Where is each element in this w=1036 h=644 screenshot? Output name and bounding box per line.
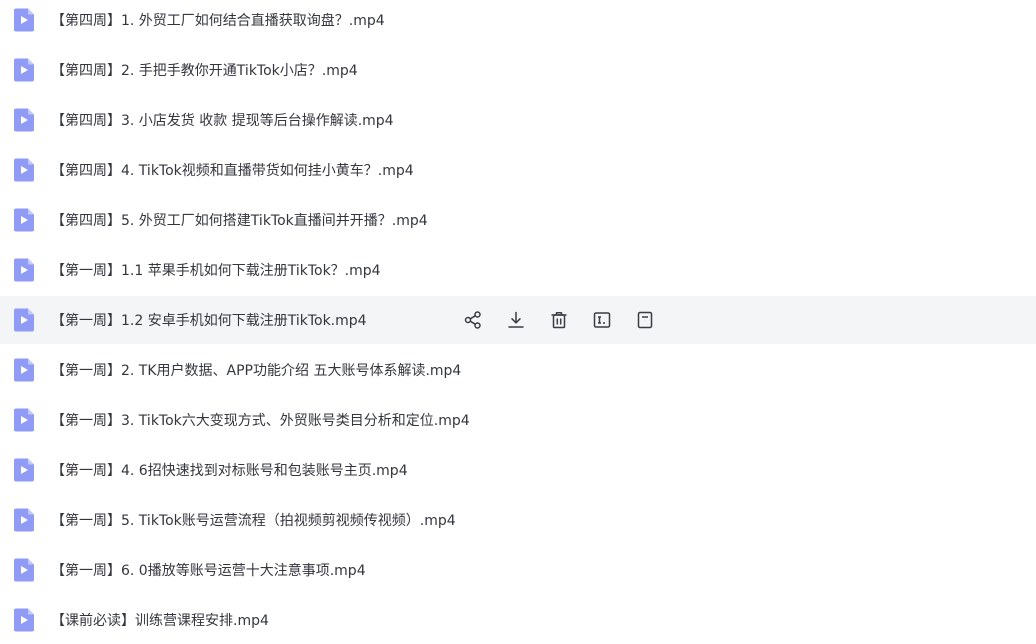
file-name[interactable]: 【第一周】3. TikTok六大变现方式、外贸账号类目分析和定位.mp4 [51,410,470,430]
file-name[interactable]: 【第四周】3. 小店发货 收款 提现等后台操作解读.mp4 [51,110,394,130]
rename-icon [592,310,612,330]
video-file-icon [14,308,34,332]
file-list: 【第四周】1. 外贸工厂如何结合直播获取询盘？.mp4 【第四周】2. 手把手教你… [0,0,1036,637]
file-row[interactable]: 【第四周】5. 外贸工厂如何搭建TikTok直播间并开播？.mp4 [0,196,1036,244]
download-button[interactable] [505,309,527,331]
file-row[interactable]: 【第一周】3. TikTok六大变现方式、外贸账号类目分析和定位.mp4 [0,396,1036,444]
file-row[interactable]: 【第一周】2. TK用户数据、APP功能介绍 五大账号体系解读.mp4 [0,346,1036,394]
file-name[interactable]: 【课前必读】训练营课程安排.mp4 [51,610,269,630]
file-row[interactable]: 【第四周】4. TikTok视频和直播带货如何挂小黄车？.mp4 [0,146,1036,194]
delete-button[interactable] [548,309,570,331]
video-file-icon [14,58,34,82]
file-row[interactable]: 【第一周】1.1 苹果手机如何下载注册TikTok？.mp4 [0,246,1036,294]
rename-button[interactable] [591,309,613,331]
video-file-icon [14,258,34,282]
file-row[interactable]: 【第四周】3. 小店发货 收款 提现等后台操作解读.mp4 [0,96,1036,144]
more-button[interactable] [634,309,656,331]
file-name[interactable]: 【第一周】1.1 苹果手机如何下载注册TikTok？.mp4 [51,260,381,280]
row-actions [462,309,677,331]
file-row[interactable]: 【第四周】1. 外贸工厂如何结合直播获取询盘？.mp4 [0,0,1036,44]
file-name[interactable]: 【第一周】5. TikTok账号运营流程（拍视频剪视频传视频）.mp4 [51,510,456,530]
video-file-icon [14,108,34,132]
download-icon [506,310,526,330]
file-row[interactable]: 【第一周】4. 6招快速找到对标账号和包装账号主页.mp4 [0,446,1036,494]
file-row[interactable]: 【第一周】6. 0播放等账号运营十大注意事项.mp4 [0,546,1036,594]
share-icon [463,310,483,330]
video-file-icon [14,208,34,232]
video-file-icon [14,508,34,532]
file-row[interactable]: 【第一周】5. TikTok账号运营流程（拍视频剪视频传视频）.mp4 [0,496,1036,544]
video-file-icon [14,158,34,182]
trash-icon [549,310,569,330]
file-name[interactable]: 【第一周】4. 6招快速找到对标账号和包装账号主页.mp4 [51,460,408,480]
file-name[interactable]: 【第一周】1.2 安卓手机如何下载注册TikTok.mp4 [51,310,367,330]
file-name[interactable]: 【第一周】6. 0播放等账号运营十大注意事项.mp4 [51,560,366,580]
file-name[interactable]: 【第四周】4. TikTok视频和直播带货如何挂小黄车？.mp4 [51,160,414,180]
video-file-icon [14,408,34,432]
video-file-icon [14,8,34,32]
file-row[interactable]: 【第一周】1.2 安卓手机如何下载注册TikTok.mp4 [0,296,1036,344]
video-file-icon [14,608,34,632]
file-name[interactable]: 【第一周】2. TK用户数据、APP功能介绍 五大账号体系解读.mp4 [51,360,461,380]
video-file-icon [14,558,34,582]
video-file-icon [14,458,34,482]
file-name[interactable]: 【第四周】5. 外贸工厂如何搭建TikTok直播间并开播？.mp4 [51,210,428,230]
file-row[interactable]: 【第四周】2. 手把手教你开通TikTok小店？.mp4 [0,46,1036,94]
video-file-icon [14,358,34,382]
more-icon [635,310,655,330]
file-name[interactable]: 【第四周】2. 手把手教你开通TikTok小店？.mp4 [51,60,358,80]
file-name[interactable]: 【第四周】1. 外贸工厂如何结合直播获取询盘？.mp4 [51,10,385,30]
share-button[interactable] [462,309,484,331]
